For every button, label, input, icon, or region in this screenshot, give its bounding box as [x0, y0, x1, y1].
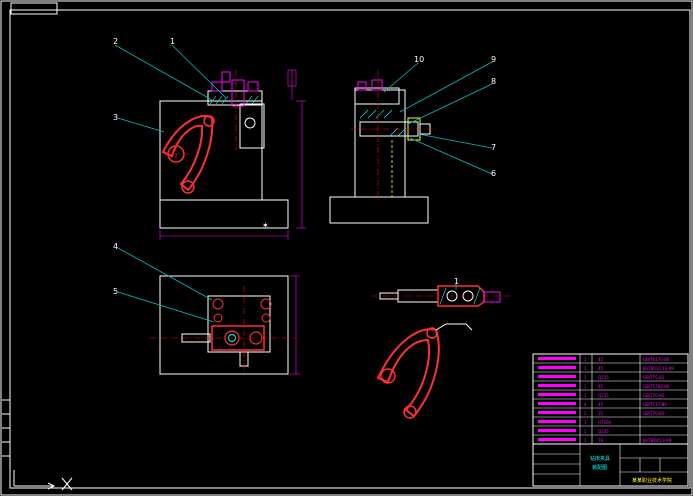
- parts-row-name: [538, 393, 576, 396]
- parts-row-code: JB/T8045.3-99: [642, 438, 672, 443]
- parts-row-material: 35: [598, 411, 604, 416]
- top-base-outline: [159, 275, 289, 375]
- parts-list-rows: 1 45 GB/T6170-86 1 45 JB/T8010.13-99 1 Q235 GB/T…: [533, 357, 688, 445]
- ucs-axis-icon: [13, 470, 73, 491]
- side-base-plate: [329, 196, 429, 224]
- top-dimensions: [290, 275, 300, 375]
- title-block-drawing-name-line2: 装配图: [592, 464, 607, 471]
- parts-row-name: [538, 384, 576, 387]
- front-view: ✶: [159, 69, 306, 240]
- parts-row-material: 45: [598, 366, 604, 371]
- front-crosshair-mark: ✶: [262, 221, 269, 230]
- parts-row-material: 45: [598, 357, 604, 362]
- parts-row-name: [538, 429, 576, 432]
- front-dimensions: [159, 69, 306, 240]
- assembly-drawing: ✶ 2 1 3 4 5 10 9 8 7 6 1 1 45 GB/T6170-8…: [0, 0, 693, 496]
- balloon-1: 1: [170, 37, 175, 46]
- parts-row-name: [538, 402, 576, 405]
- balloon-labels: 2 1 3 4 5 10 9 8 7 6 1: [113, 37, 496, 296]
- front-lever-arm: [161, 114, 214, 192]
- parts-row-name: [538, 375, 576, 378]
- parts-row-qty: 1: [584, 429, 587, 434]
- parts-row-code: GB/T5783-86: [643, 384, 670, 389]
- balloon-7: 7: [491, 143, 496, 152]
- front-drill-bush: [231, 79, 245, 107]
- title-block: 钻床夹具 装配图 某某职业技术学院: [532, 443, 689, 487]
- parts-row-code: GB/T75-85: [643, 375, 665, 380]
- balloon-10: 10: [414, 55, 424, 64]
- parts-row-code: JB/T8010.13-99: [642, 366, 674, 371]
- title-block-drawing-name-line1: 钻床夹具: [590, 455, 610, 462]
- parts-row-name: [538, 438, 576, 441]
- cad-drawing-canvas: ✶ 2 1 3 4 5 10 9 8 7 6 1 1 45 GB/T6170-8…: [0, 0, 693, 496]
- balloon-6: 6: [491, 169, 496, 178]
- balloon-4: 4: [113, 242, 118, 251]
- side-hatch: [359, 109, 407, 137]
- parts-row-material: Q235: [598, 429, 609, 434]
- top-hole-4: [261, 313, 271, 323]
- parts-row-name: [538, 366, 576, 369]
- parts-row-material: Q235: [598, 375, 609, 380]
- sheet-inner-border: [9, 9, 691, 489]
- parts-row-qty: 1: [584, 366, 587, 371]
- parts-row-code: GB/T70-85: [643, 411, 665, 416]
- parts-row-qty: 1: [584, 420, 587, 425]
- balloon-2: 2: [113, 37, 118, 46]
- front-side-hole: [244, 117, 256, 129]
- parts-row-qty: 1: [584, 384, 587, 389]
- parts-row-code: GB/T117-86: [643, 402, 667, 407]
- parts-row-qty: 1: [584, 438, 587, 443]
- balloon-3: 3: [113, 113, 118, 122]
- sheet-outer-border: [0, 0, 693, 496]
- top-view: [150, 275, 300, 375]
- parts-row-qty: 1: [584, 357, 587, 362]
- title-block-school: 某某职业技术学院: [632, 477, 672, 484]
- parts-row-qty: 1: [584, 393, 587, 398]
- front-top-nuts: [211, 71, 259, 92]
- parts-row-qty: 2: [584, 411, 587, 416]
- front-hatch: [209, 95, 259, 105]
- detail-lever: [372, 285, 510, 419]
- side-upright: [354, 89, 406, 198]
- left-edge-ticks: [2, 399, 10, 457]
- corner-code-box: [10, 2, 58, 15]
- balloon-9: 9: [491, 55, 496, 64]
- parts-row-material: 45: [598, 402, 604, 407]
- detail-centerlines: [372, 295, 510, 377]
- leader-lines: [114, 44, 493, 323]
- parts-row-qty: 4: [584, 402, 587, 407]
- front-clamp-block: [239, 103, 265, 149]
- top-centerlines: [150, 286, 296, 372]
- detail-handle-link: [435, 323, 473, 331]
- parts-row-material: T8: [597, 438, 603, 443]
- parts-row-qty: 1: [584, 375, 587, 380]
- parts-row-material: Q235: [598, 393, 609, 398]
- top-hole-3: [213, 313, 223, 323]
- top-hole-1: [212, 298, 224, 310]
- parts-row-material: HT200: [598, 420, 612, 425]
- parts-row-name: [538, 420, 576, 423]
- front-base-plate: [159, 199, 289, 229]
- detail-tail: [483, 291, 501, 303]
- parts-row-code: GB/T70-85: [643, 393, 665, 398]
- parts-row-code: GB/T6170-86: [643, 357, 670, 362]
- parts-row-name: [538, 411, 576, 414]
- detail-handle-arm: [376, 328, 440, 418]
- front-centerlines: [164, 70, 237, 166]
- front-top-plate: [207, 90, 263, 106]
- detail-balloon-1: 1: [454, 277, 459, 286]
- balloon-8: 8: [491, 77, 496, 86]
- parts-row-material: 45: [598, 384, 604, 389]
- parts-list: 1 45 GB/T6170-86 1 45 JB/T8010.13-99 1 Q235 GB/T…: [532, 353, 689, 445]
- balloon-5: 5: [113, 287, 118, 296]
- side-view: [329, 70, 436, 224]
- parts-row-name: [538, 357, 576, 360]
